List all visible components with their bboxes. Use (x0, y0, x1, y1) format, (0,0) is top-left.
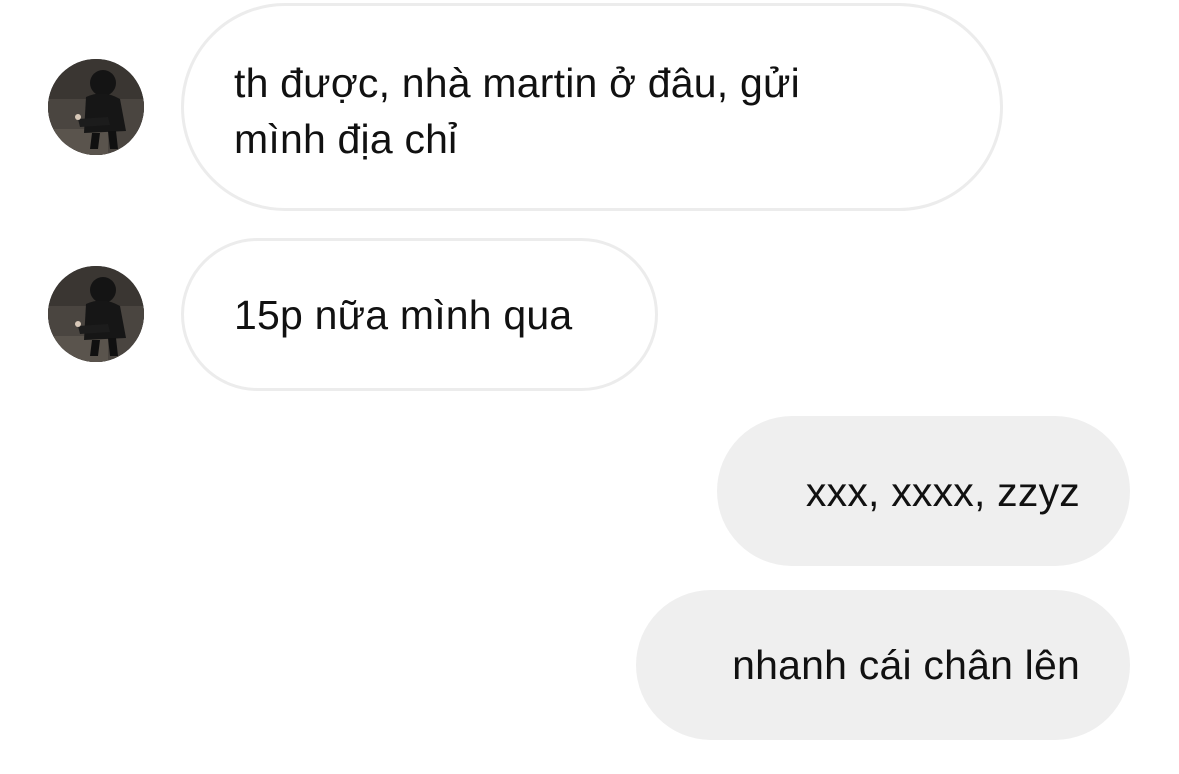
avatar-photo-icon (48, 59, 144, 155)
message-text: 15p nữa mình qua (234, 292, 573, 338)
message-text: xxx, xxxx, zzyz (805, 469, 1080, 515)
chat-thread: th được, nhà martin ở đâu, gửi mình địa … (0, 0, 1179, 774)
avatar-photo-icon (48, 266, 144, 362)
message-text-line: th được, nhà martin ở đâu, gửi (234, 60, 800, 106)
outgoing-message[interactable]: xxx, xxxx, zzyz (717, 416, 1130, 566)
contact-avatar[interactable] (48, 59, 144, 155)
incoming-message[interactable]: 15p nữa mình qua (181, 238, 658, 391)
message-text: nhanh cái chân lên (732, 642, 1080, 688)
outgoing-message[interactable]: nhanh cái chân lên (636, 590, 1130, 740)
message-text-line: mình địa chỉ (234, 116, 458, 162)
incoming-message[interactable]: th được, nhà martin ở đâu, gửi mình địa … (181, 3, 1003, 211)
contact-avatar[interactable] (48, 266, 144, 362)
